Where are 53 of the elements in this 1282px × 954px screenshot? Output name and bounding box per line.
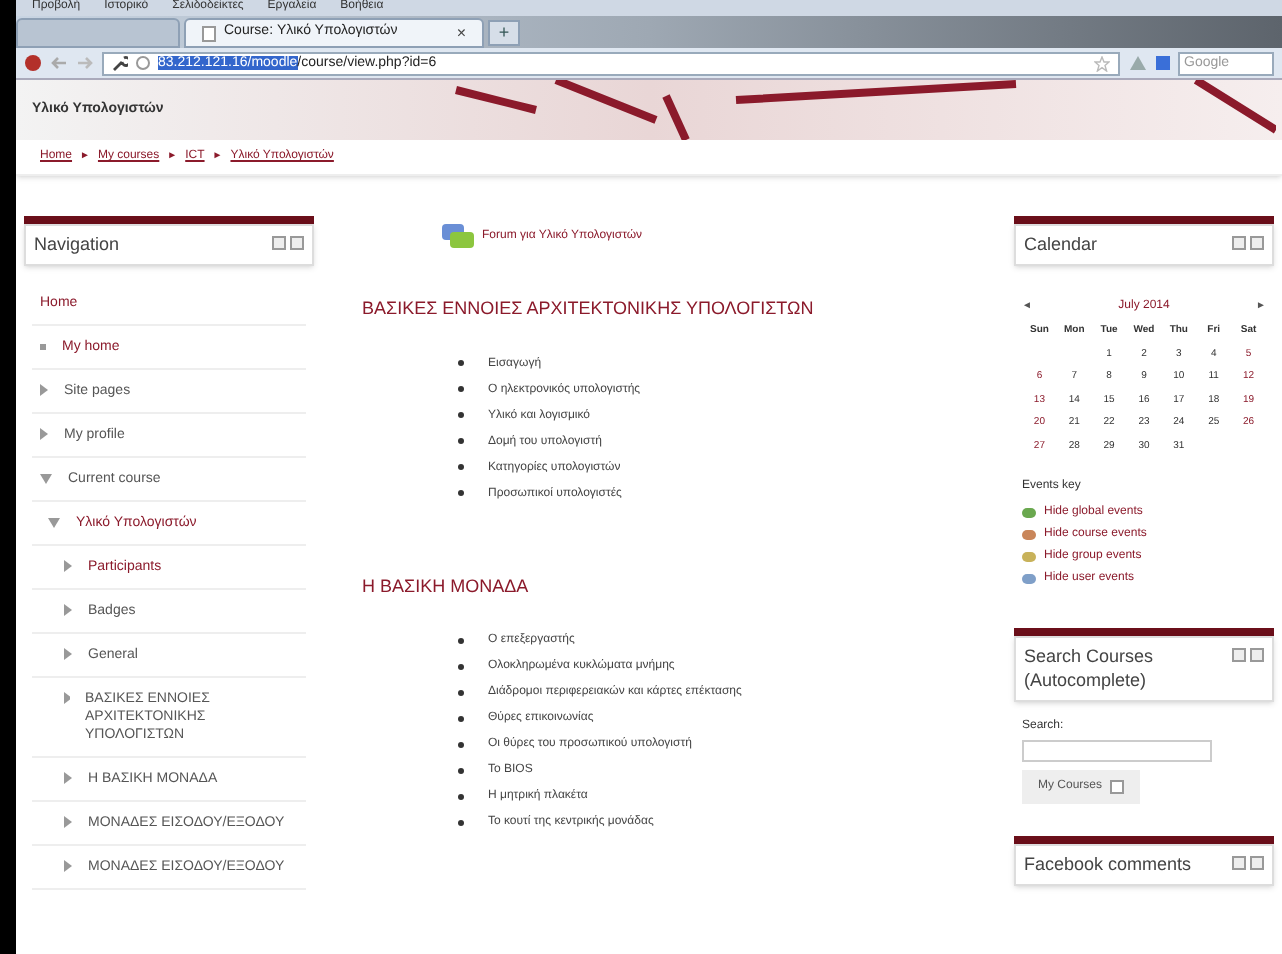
bullet-icon: [458, 741, 464, 747]
bullet-icon: [458, 767, 464, 773]
section-title: ΒΑΣΙΚΕΣ ΕΝΝΟΙΕΣ ΑΡΧΙΤΕΚΤΟΝΙΚΗΣ ΥΠΟΛΟΓΙΣΤΩΝ: [362, 296, 816, 322]
block-title: Calendar: [1024, 234, 1098, 257]
collapse-icon[interactable]: [290, 236, 304, 250]
bullet-icon: [458, 412, 464, 418]
bullet-icon: [40, 344, 46, 351]
bullet-icon: [458, 793, 464, 799]
checkbox[interactable]: [1110, 779, 1125, 794]
browser-logo-icon[interactable]: [24, 54, 42, 72]
bullet-icon: [458, 637, 464, 643]
block-title: Navigation: [34, 234, 120, 257]
bullet-icon: [458, 438, 464, 444]
bullet-icon: [458, 663, 464, 669]
key-icon: [112, 55, 128, 71]
collapsed-triangle-icon[interactable]: [64, 816, 72, 829]
bullet-icon: [458, 386, 464, 392]
search-field[interactable]: [1022, 739, 1212, 762]
collapsed-triangle-icon[interactable]: [64, 772, 72, 785]
expanded-triangle-icon[interactable]: [40, 474, 52, 485]
dock-icon[interactable]: [272, 236, 286, 250]
collapsed-triangle-icon[interactable]: [64, 692, 70, 705]
page-icon: [202, 25, 216, 41]
collapsed-triangle-icon[interactable]: [64, 648, 72, 661]
collapsed-triangle-icon[interactable]: [64, 604, 72, 617]
block-title: Facebook comments: [1024, 853, 1192, 876]
collapse-icon[interactable]: [1250, 236, 1264, 250]
forward-arrow-icon[interactable]: [76, 54, 94, 72]
back-arrow-icon[interactable]: [50, 54, 68, 72]
bullet-icon: [458, 464, 464, 470]
forum-icon: [442, 224, 474, 248]
collapse-icon[interactable]: [1250, 648, 1264, 663]
collapsed-triangle-icon[interactable]: [64, 560, 72, 573]
bullet-icon: [458, 689, 464, 695]
addon-icon[interactable]: [1128, 54, 1148, 72]
close-tab-button[interactable]: ×: [456, 21, 466, 45]
bullet-icon: [458, 715, 464, 721]
dock-icon[interactable]: [1232, 855, 1246, 870]
bullet-icon: [458, 819, 464, 825]
star-icon[interactable]: [1094, 55, 1110, 71]
dock-icon[interactable]: [1232, 236, 1246, 250]
collapsed-triangle-icon[interactable]: [64, 860, 72, 873]
collapse-icon[interactable]: [1250, 855, 1264, 870]
block-title: Search Courses (Autocomplete): [1024, 646, 1156, 692]
collapsed-triangle-icon[interactable]: [40, 428, 48, 441]
bullet-icon: [458, 360, 464, 366]
expanded-triangle-icon[interactable]: [48, 518, 60, 529]
section-title: Η ΒΑΣΙΚΗ ΜΟΝΑΔΑ: [362, 573, 531, 599]
globe-icon: [136, 56, 150, 70]
dock-icon[interactable]: [1232, 648, 1246, 663]
collapsed-triangle-icon[interactable]: [40, 384, 48, 397]
new-tab-button[interactable]: +: [488, 20, 520, 46]
bullet-icon: [458, 490, 464, 496]
